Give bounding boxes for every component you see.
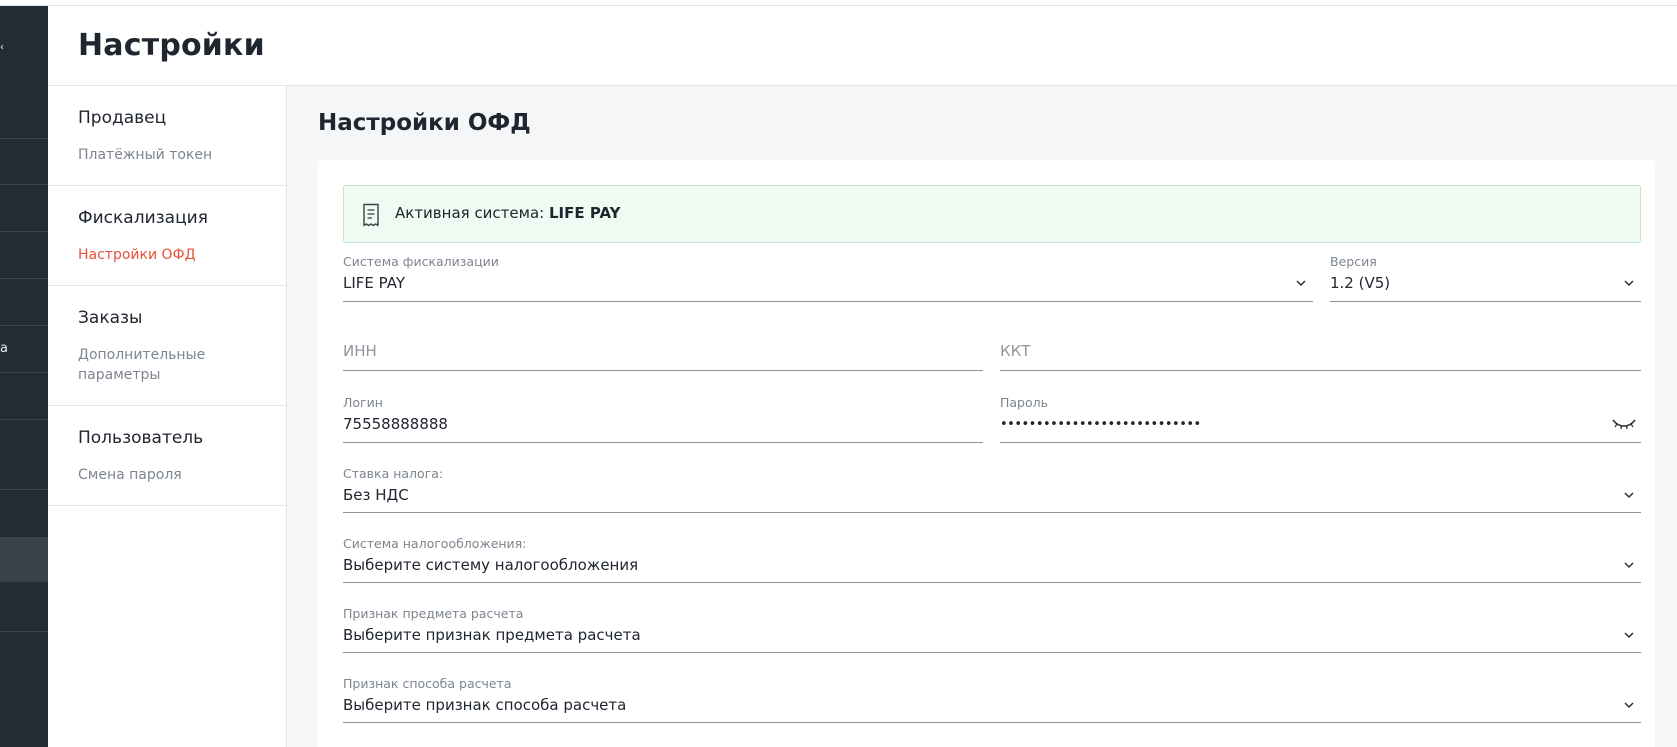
sidebar-divider xyxy=(0,631,48,632)
sidebar-divider xyxy=(0,489,48,490)
nav-item-ofd-settings[interactable]: Настройки ОФД xyxy=(78,245,256,265)
sidebar-divider xyxy=(0,372,48,373)
chevron-down-icon xyxy=(1624,632,1634,639)
sidebar-divider xyxy=(0,231,48,232)
app-sidebar: ‹ a xyxy=(0,6,48,747)
login-input[interactable]: Логин 75558888888 xyxy=(343,395,983,443)
active-system-alert: Активная система: LIFE PAY xyxy=(343,185,1641,243)
chevron-down-icon xyxy=(1624,562,1634,569)
fiscal-system-select[interactable]: Система фискализации LIFE PAY xyxy=(343,254,1313,302)
kkt-input[interactable]: ККТ xyxy=(1000,326,1641,371)
nav-item-extra-params[interactable]: Дополнительные параметры xyxy=(78,345,208,385)
sidebar-divider xyxy=(0,325,48,326)
field-value: 1.2 (V5) xyxy=(1330,274,1391,292)
chevron-icon[interactable]: ‹ xyxy=(0,42,4,53)
kkt-placeholder: ККТ xyxy=(1000,342,1031,360)
nav-group-title: Продавец xyxy=(78,108,167,128)
nav-group-user: Пользователь Смена пароля xyxy=(48,406,286,506)
settings-nav: Продавец Платёжный токен Фискализация На… xyxy=(48,86,287,747)
nav-item-payment-token[interactable]: Платёжный токен xyxy=(78,145,256,165)
chevron-down-icon xyxy=(1624,280,1634,287)
sidebar-divider xyxy=(0,138,48,139)
chevron-down-icon xyxy=(1296,280,1306,287)
method-sign-select[interactable]: Признак способа расчета Выберите признак… xyxy=(343,676,1641,723)
field-label: Система налогообложения: xyxy=(343,536,527,551)
field-value: Выберите систему налогообложения xyxy=(343,556,639,574)
sidebar-divider xyxy=(0,278,48,279)
nav-group-seller: Продавец Платёжный токен xyxy=(48,86,286,186)
field-label: Ставка налога: xyxy=(343,466,444,481)
field-label: Система фискализации xyxy=(343,254,499,269)
main-content: Настройки ОФД Активная система: LIFE PAY… xyxy=(288,86,1677,747)
version-select[interactable]: Версия 1.2 (V5) xyxy=(1330,254,1641,302)
field-label: Пароль xyxy=(1000,395,1048,410)
nav-group-title: Фискализация xyxy=(78,208,208,228)
field-label: Версия xyxy=(1330,254,1377,269)
subject-sign-select[interactable]: Признак предмета расчета Выберите призна… xyxy=(343,606,1641,653)
alert-system-name: LIFE PAY xyxy=(549,204,621,222)
receipt-icon xyxy=(363,203,379,227)
tax-rate-select[interactable]: Ставка налога: Без НДС xyxy=(343,466,1641,513)
field-value: LIFE PAY xyxy=(343,274,405,292)
field-value: Выберите признак способа расчета xyxy=(343,696,627,714)
sidebar-divider xyxy=(0,419,48,420)
eye-closed-icon[interactable] xyxy=(1611,417,1637,431)
nav-group-fiscalization: Фискализация Настройки ОФД xyxy=(48,186,286,286)
nav-group-title: Пользователь xyxy=(78,428,204,448)
page-title: Настройки xyxy=(78,28,265,63)
nav-group-orders: Заказы Дополнительные параметры xyxy=(48,286,286,406)
field-label: Логин xyxy=(343,395,383,410)
settings-card: Активная система: LIFE PAY Система фиска… xyxy=(318,160,1655,747)
chevron-down-icon xyxy=(1624,702,1634,709)
nav-group-title: Заказы xyxy=(78,308,143,328)
sidebar-item-active[interactable] xyxy=(0,537,48,582)
nav-item-change-password[interactable]: Смена пароля xyxy=(78,465,256,485)
field-value: Выберите признак предмета расчета xyxy=(343,626,641,644)
field-value: Без НДС xyxy=(343,486,409,504)
inn-input[interactable]: ИНН xyxy=(343,326,983,371)
alert-prefix: Активная система: xyxy=(395,204,545,222)
tax-system-select[interactable]: Система налогообложения: Выберите систем… xyxy=(343,536,1641,583)
field-label: Признак способа расчета xyxy=(343,676,512,691)
sidebar-divider xyxy=(0,184,48,185)
field-value: 75558888888 xyxy=(343,415,448,433)
inn-placeholder: ИНН xyxy=(343,342,377,360)
sidebar-item-label-fragment[interactable]: a xyxy=(0,341,8,356)
alert-text: Активная система: LIFE PAY xyxy=(395,204,621,222)
field-label: Признак предмета расчета xyxy=(343,606,524,621)
page-header: Настройки xyxy=(48,6,1677,86)
password-input[interactable]: Пароль •••••••••••••••••••••••••••• xyxy=(1000,395,1641,443)
section-title: Настройки ОФД xyxy=(318,110,531,136)
password-value: •••••••••••••••••••••••••••• xyxy=(1000,417,1201,432)
chevron-down-icon xyxy=(1624,492,1634,499)
